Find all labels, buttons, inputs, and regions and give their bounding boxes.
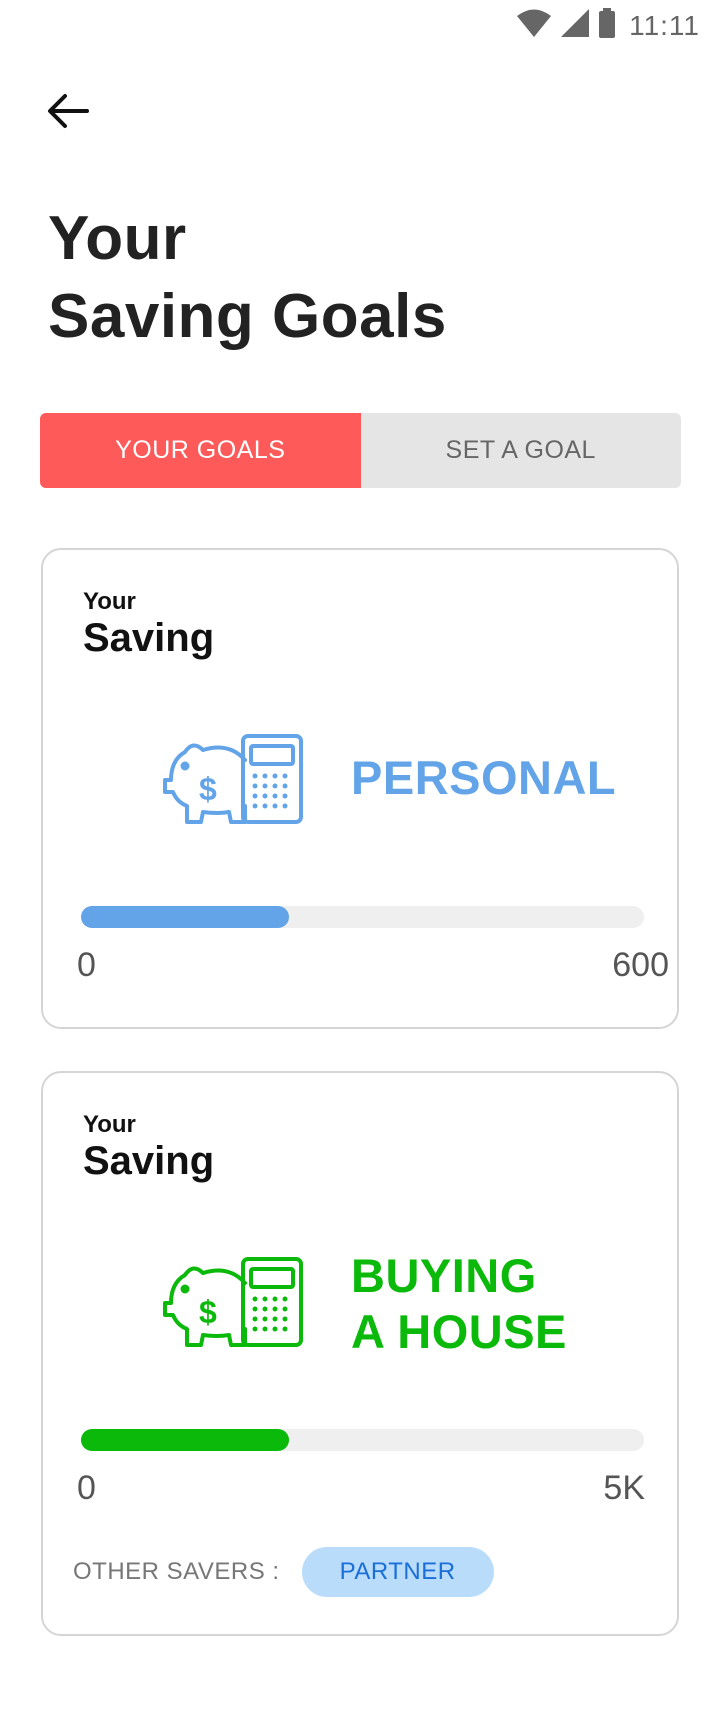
card-eyebrow: Your [83, 588, 136, 615]
other-savers: OTHER SAVERS : PARTNER [73, 1547, 494, 1597]
page-title-line2: Saving Goals [48, 282, 447, 351]
progress-bar [81, 906, 644, 928]
goal-name-line1: PERSONAL [351, 751, 617, 804]
other-savers-label: OTHER SAVERS : [73, 1558, 280, 1585]
progress-max-label: 600 [612, 946, 669, 984]
progress-fill [81, 906, 290, 928]
battery-icon [599, 8, 616, 43]
tab-set-a-goal[interactable]: SET A GOAL [360, 413, 681, 488]
goal-name-line2: A HOUSE [351, 1305, 567, 1358]
status-bar: 11:11 [0, 0, 720, 50]
card-heading: Saving [83, 1139, 215, 1183]
signal-icon [561, 9, 590, 42]
goal-card-buying-a-house[interactable]: Your Saving $ BUYING A HOUSE 0 5K OTHER … [41, 1071, 679, 1636]
card-heading: Saving [83, 616, 215, 660]
progress-min-label: 0 [77, 946, 96, 984]
svg-text:$: $ [199, 1294, 217, 1330]
status-time: 11:11 [629, 9, 700, 41]
progress-max-label: 5K [603, 1469, 645, 1507]
piggy-bank-calculator-icon: $ [163, 730, 313, 830]
page-title: Your Saving Goals [48, 200, 447, 356]
card-eyebrow: Your [83, 1111, 136, 1138]
goal-name: PERSONAL [351, 750, 616, 806]
page-title-line1: Your [48, 204, 187, 273]
progress-fill [81, 1429, 290, 1451]
back-arrow-icon [45, 91, 91, 136]
back-button[interactable] [40, 88, 96, 138]
goal-tabs: YOUR GOALS SET A GOAL [40, 413, 681, 488]
saver-chip-partner[interactable]: PARTNER [301, 1547, 494, 1597]
piggy-bank-calculator-icon: $ [163, 1253, 313, 1353]
tab-your-goals[interactable]: YOUR GOALS [40, 413, 361, 488]
wifi-icon [517, 9, 552, 42]
svg-text:$: $ [199, 771, 217, 807]
goal-name-line1: BUYING [351, 1249, 537, 1302]
goal-name: BUYING A HOUSE [351, 1248, 567, 1360]
progress-bar [81, 1429, 644, 1451]
goal-card-personal[interactable]: Your Saving $ PERSONAL 0 600 [41, 548, 679, 1029]
progress-min-label: 0 [77, 1469, 96, 1507]
